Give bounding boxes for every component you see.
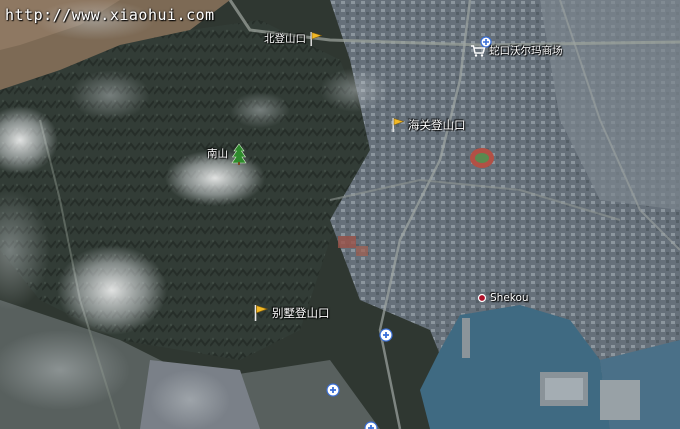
marker-north-trailhead[interactable]: 北登山口 — [264, 31, 323, 47]
shopping-cart-icon — [471, 45, 486, 57]
marker-walmart[interactable]: 蛇口沃尔玛商场 — [470, 44, 563, 58]
marker-shekou[interactable]: Shekou — [477, 292, 529, 304]
location-pin-icon — [326, 383, 340, 397]
marker-label: Shekou — [490, 292, 529, 304]
marker-nanshan[interactable]: 南山 — [207, 143, 247, 165]
marker-label: 蛇口沃尔玛商场 — [489, 45, 563, 57]
watermark-url: http://www.xiaohui.com — [5, 6, 215, 24]
marker-label: 海关登山口 — [408, 118, 466, 132]
flag-icon — [310, 32, 323, 46]
satellite-map[interactable]: http://www.xiaohui.com 北登山口 蛇口沃尔玛商场 海关登山… — [0, 0, 680, 429]
marker-label: 别墅登山口 — [272, 306, 330, 320]
location-pin-icon — [379, 328, 393, 342]
marker-label: 北登山口 — [264, 33, 306, 45]
location-pin[interactable] — [379, 327, 393, 346]
flag-icon — [254, 305, 269, 321]
satellite-imagery — [0, 0, 680, 429]
location-pin[interactable] — [326, 382, 340, 401]
marker-customs-trailhead[interactable]: 海关登山口 — [391, 117, 466, 133]
tree-icon — [231, 143, 247, 165]
place-dot-icon — [477, 293, 487, 303]
location-pin[interactable] — [364, 420, 378, 429]
flag-icon — [392, 118, 405, 132]
location-pin-icon — [364, 421, 378, 429]
marker-villa-trailhead[interactable]: 别墅登山口 — [253, 303, 330, 323]
marker-label: 南山 — [207, 148, 228, 160]
